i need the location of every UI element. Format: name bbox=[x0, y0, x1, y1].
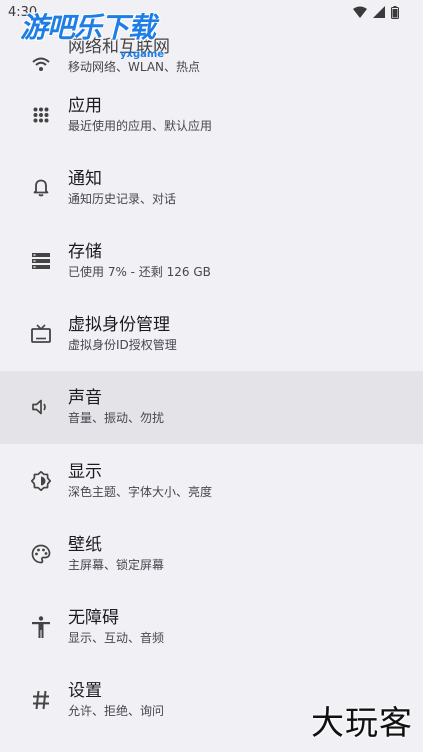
battery-icon bbox=[391, 5, 399, 19]
settings-item-accessibility[interactable]: 无障碍 显示、互动、音频 bbox=[0, 590, 423, 663]
settings-item-notifications[interactable]: 通知 通知历史记录、对话 bbox=[0, 151, 423, 224]
palette-icon bbox=[29, 542, 53, 566]
cell-signal-icon bbox=[373, 6, 385, 18]
settings-item-subtitle: 虚拟身份ID授权管理 bbox=[68, 338, 177, 353]
settings-item-virtual-identity[interactable]: 虚拟身份管理 虚拟身份ID授权管理 bbox=[0, 298, 423, 371]
settings-item-subtitle: 移动网络、WLAN、热点 bbox=[68, 60, 201, 74]
watermark-bottom-logo: 大玩客 bbox=[311, 703, 413, 742]
settings-item-apps[interactable]: 应用 最近使用的应用、默认应用 bbox=[0, 78, 423, 151]
settings-item-title: 声音 bbox=[68, 388, 102, 409]
signal-wifi-icon bbox=[353, 6, 367, 18]
watermark-top-text: 游吧乐下载 bbox=[20, 11, 156, 44]
settings-item-title: 设置 bbox=[68, 681, 102, 702]
brightness-icon bbox=[29, 469, 53, 493]
settings-item-subtitle: 深色主题、字体大小、亮度 bbox=[68, 484, 213, 499]
volume-icon bbox=[29, 395, 53, 419]
settings-item-subtitle: 允许、拒绝、询问 bbox=[68, 704, 165, 719]
settings-item-display[interactable]: 显示 深色主题、字体大小、亮度 bbox=[0, 444, 423, 517]
settings-item-title: 通知 bbox=[68, 168, 102, 189]
settings-item-title: 存储 bbox=[68, 241, 102, 262]
settings-item-subtitle: 音量、振动、勿扰 bbox=[68, 411, 165, 426]
settings-item-title: 应用 bbox=[68, 95, 102, 116]
settings-item-title: 虚拟身份管理 bbox=[68, 315, 170, 336]
status-icons bbox=[353, 5, 399, 19]
settings-item-title: 壁纸 bbox=[68, 534, 102, 555]
settings-item-subtitle: 主屏幕、锁定屏幕 bbox=[68, 557, 165, 572]
wifi-icon bbox=[29, 52, 53, 76]
watermark-top-subtext: yxgame bbox=[120, 49, 165, 60]
settings-item-title: 无障碍 bbox=[68, 607, 119, 628]
settings-item-subtitle: 最近使用的应用、默认应用 bbox=[68, 118, 213, 133]
settings-item-wallpaper[interactable]: 壁纸 主屏幕、锁定屏幕 bbox=[0, 517, 423, 590]
watermark-top-logo: 游吧乐下载 yxgame bbox=[20, 11, 164, 60]
settings-item-storage[interactable]: 存储 已使用 7% - 还剩 126 GB bbox=[0, 224, 423, 297]
settings-item-sound[interactable]: 声音 音量、振动、勿扰 bbox=[0, 370, 423, 444]
settings-item-title: 显示 bbox=[68, 461, 102, 482]
settings-item-subtitle: 显示、互动、音频 bbox=[68, 630, 165, 645]
storage-icon bbox=[29, 249, 53, 273]
settings-list: 网络和互联网 移动网络、WLAN、热点 应用 最近使用的应用、默认应用 通知 通… bbox=[0, 24, 423, 737]
settings-item-subtitle: 已使用 7% - 还剩 126 GB bbox=[68, 264, 211, 279]
hash-icon bbox=[29, 688, 53, 712]
settings-item-subtitle: 通知历史记录、对话 bbox=[68, 191, 177, 206]
accessibility-icon bbox=[29, 615, 53, 639]
bell-icon bbox=[29, 176, 53, 200]
apps-grid-icon bbox=[29, 103, 53, 127]
tv-icon bbox=[29, 322, 53, 346]
